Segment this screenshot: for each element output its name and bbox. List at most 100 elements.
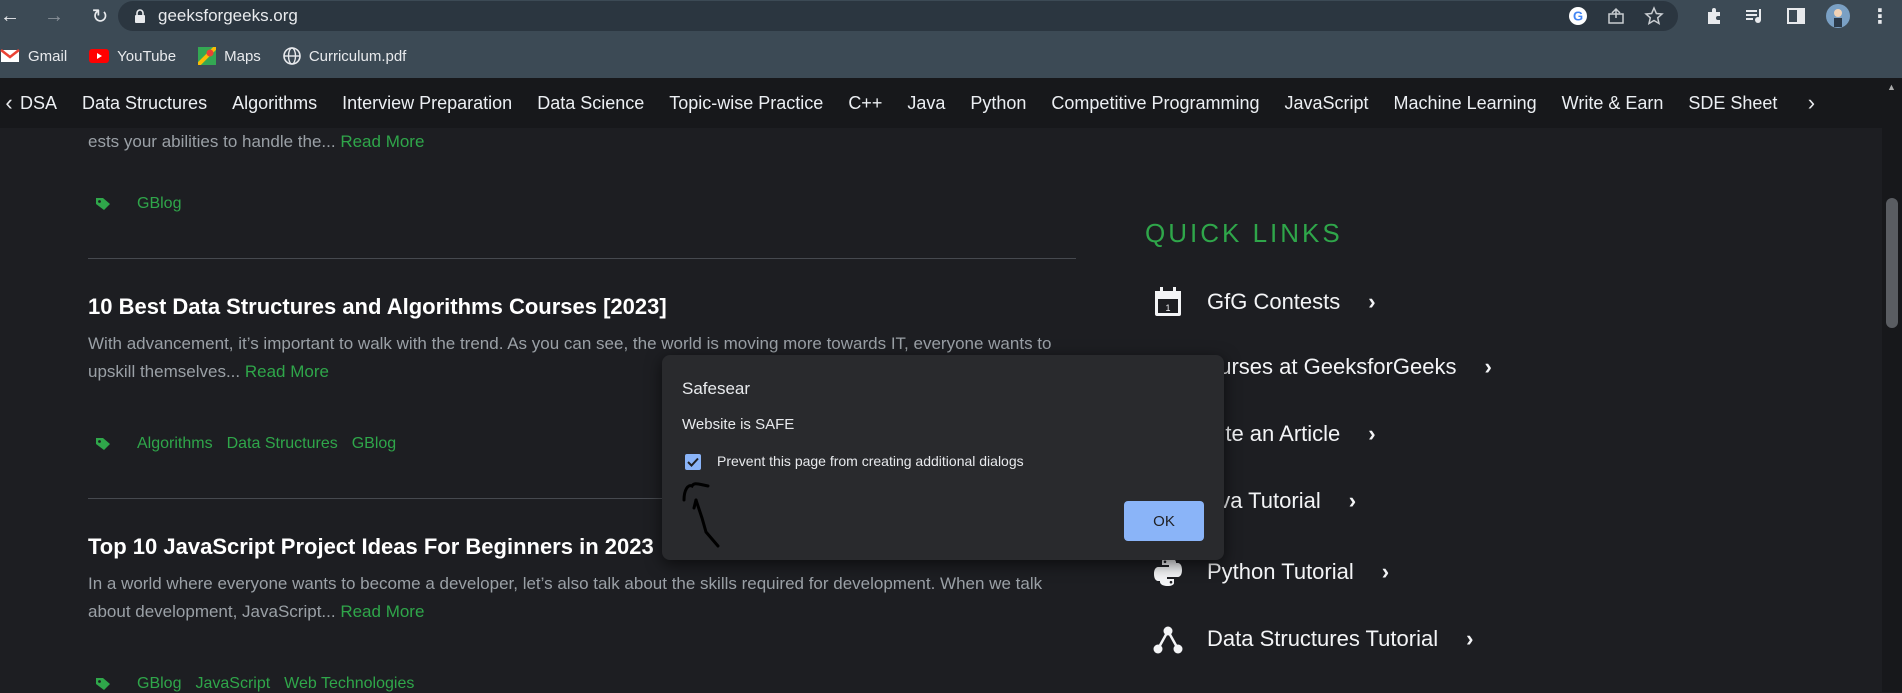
read-more-link[interactable]: Read More	[340, 602, 424, 621]
hand-drawn-arrow-annotation	[682, 482, 720, 548]
star-icon[interactable]	[1644, 6, 1664, 26]
bookmark-gmail[interactable]: Gmail	[0, 48, 67, 65]
alert-dialog: Safesear Website is SAFE Prevent this pa…	[662, 355, 1224, 560]
back-arrow-icon[interactable]: ←	[0, 2, 20, 30]
tree-icon	[1153, 626, 1183, 654]
address-bar[interactable]: geeksforgeeks.org G	[118, 1, 1678, 31]
dialog-message: Website is SAFE	[682, 416, 795, 433]
tag-link[interactable]: GBlog	[352, 435, 396, 453]
bookmark-label: Curriculum.pdf	[308, 47, 407, 65]
nav-item-algorithms[interactable]: Algorithms	[232, 93, 317, 114]
article-body: In a world where everyone wants to becom…	[88, 570, 1078, 626]
quick-link-label: /rite an Article	[1207, 421, 1341, 446]
quick-link-gfg-contests[interactable]: 1 GfG Contests ›	[1153, 286, 1376, 318]
bookmark-curriculum[interactable]: Curriculum.pdf	[283, 47, 407, 65]
forward-arrow-icon[interactable]: →	[40, 2, 68, 30]
article-body-text: ests your abilities to handle the...	[88, 132, 336, 151]
category-nav: ‹ DSA Data Structures Algorithms Intervi…	[0, 78, 1882, 128]
nav-item-data-structures[interactable]: Data Structures	[82, 93, 207, 114]
reload-icon[interactable]: ↻	[86, 2, 114, 30]
chevron-right-icon: ›	[1368, 289, 1376, 314]
maps-icon	[198, 47, 217, 65]
lock-icon	[135, 9, 145, 23]
tag-icon	[96, 198, 110, 210]
address-bar-icons: G	[1568, 1, 1678, 31]
toolbar-right-icons: ⋮	[1704, 0, 1902, 32]
nav-item-python[interactable]: Python	[970, 93, 1026, 114]
chevron-right-icon: ›	[1368, 421, 1376, 446]
dialog-title: Safesear	[682, 379, 751, 398]
browser-chrome: ← → ↻ geeksforgeeks.org G ⋮ Gmail YouTub…	[0, 0, 1902, 78]
checkmark-icon	[687, 457, 699, 467]
read-more-link[interactable]: Read More	[245, 362, 329, 381]
article-tags: GBlog JavaScript Web Technologies	[95, 675, 414, 693]
bookmark-label: Gmail	[28, 47, 68, 65]
quick-link-label: ourses at GeeksforGeeks	[1207, 354, 1457, 379]
bookmark-label: YouTube	[117, 47, 177, 65]
quick-links-title: QUICK LINKS	[1145, 218, 1343, 248]
prevent-dialogs-label[interactable]: Prevent this page from creating addition…	[717, 453, 1024, 469]
nav-item-interview-preparation[interactable]: Interview Preparation	[342, 93, 512, 114]
nav-item-java[interactable]: Java	[907, 93, 945, 114]
tag-link[interactable]: Algorithms	[137, 435, 213, 453]
nav-item-data-science[interactable]: Data Science	[537, 93, 644, 114]
article-partial: ests your abilities to handle the... Rea…	[88, 128, 1078, 156]
nav-item-cpp[interactable]: C++	[848, 93, 882, 114]
bookmarks-bar: Gmail YouTube Maps Curriculum.pdf	[0, 42, 428, 70]
quick-link-data-structures-tutorial[interactable]: Data Structures Tutorial ›	[1153, 623, 1473, 655]
chevron-right-icon: ›	[1348, 488, 1357, 513]
nav-item-sde-sheet[interactable]: SDE Sheet	[1688, 93, 1777, 114]
youtube-icon	[89, 49, 110, 63]
bookmark-youtube[interactable]: YouTube	[89, 48, 176, 65]
tag-link[interactable]: JavaScript	[195, 675, 270, 693]
calendar-icon: 1	[1155, 287, 1181, 316]
nav-item-javascript[interactable]: JavaScript	[1285, 93, 1369, 114]
extensions-icon[interactable]	[1704, 6, 1724, 26]
nav-item-dsa[interactable]: DSA	[20, 93, 57, 114]
bookmark-maps[interactable]: Maps	[198, 47, 261, 65]
quick-link-label: Data Structures Tutorial	[1207, 626, 1439, 651]
tag-link[interactable]: GBlog	[137, 675, 181, 693]
article-body: ests your abilities to handle the... Rea…	[88, 128, 1078, 156]
scrollbar[interactable]: ▲	[1882, 78, 1902, 692]
quick-link-label: Python Tutorial	[1207, 559, 1354, 584]
article-tags: Algorithms Data Structures GBlog	[95, 435, 396, 453]
article-body-text: In a world where everyone wants to becom…	[88, 574, 1043, 621]
svg-text:G: G	[1573, 9, 1583, 24]
chevron-right-icon: ›	[1381, 559, 1390, 584]
nav-right-arrow-icon[interactable]: ›	[1802, 90, 1820, 116]
nav-items: DSA Data Structures Algorithms Interview…	[20, 90, 1820, 116]
tag-link[interactable]: Data Structures	[227, 435, 338, 453]
read-more-link[interactable]: Read More	[340, 132, 424, 151]
nav-item-competitive-programming[interactable]: Competitive Programming	[1051, 93, 1259, 114]
share-icon[interactable]	[1606, 6, 1626, 26]
quick-link-label: ava Tutorial	[1207, 488, 1321, 513]
nav-item-write-earn[interactable]: Write & Earn	[1562, 93, 1664, 114]
media-icon[interactable]	[1744, 6, 1766, 26]
browser-toolbar: ← → ↻ geeksforgeeks.org G ⋮	[0, 0, 1902, 32]
avatar[interactable]	[1826, 4, 1850, 28]
tag-link[interactable]: GBlog	[137, 195, 181, 213]
quick-link-label: GfG Contests	[1207, 289, 1341, 314]
quick-link-python-tutorial[interactable]: Python Tutorial ›	[1153, 556, 1389, 588]
url-text: geeksforgeeks.org	[158, 6, 298, 25]
bookmark-label: Maps	[224, 47, 261, 65]
article-tags: GBlog	[95, 195, 181, 213]
prevent-dialogs-checkbox[interactable]	[685, 454, 701, 470]
globe-icon	[283, 47, 301, 65]
svg-text:1: 1	[1165, 303, 1170, 313]
scroll-up-icon[interactable]: ▲	[1887, 82, 1896, 92]
scrollbar-thumb[interactable]	[1886, 198, 1898, 328]
tag-icon	[96, 678, 110, 690]
nav-item-machine-learning[interactable]: Machine Learning	[1394, 93, 1537, 114]
article-title[interactable]: 10 Best Data Structures and Algorithms C…	[88, 294, 1078, 320]
more-options-icon[interactable]: ⋮	[1870, 4, 1890, 29]
tag-link[interactable]: Web Technologies	[284, 675, 414, 693]
ok-button[interactable]: OK	[1124, 501, 1204, 541]
side-panel-icon[interactable]	[1786, 6, 1806, 26]
google-icon[interactable]: G	[1568, 6, 1588, 26]
article-divider	[88, 258, 1076, 259]
nav-left-arrow-icon[interactable]: ‹	[0, 90, 18, 116]
gmail-icon	[0, 49, 20, 62]
nav-item-topic-wise-practice[interactable]: Topic-wise Practice	[669, 93, 823, 114]
